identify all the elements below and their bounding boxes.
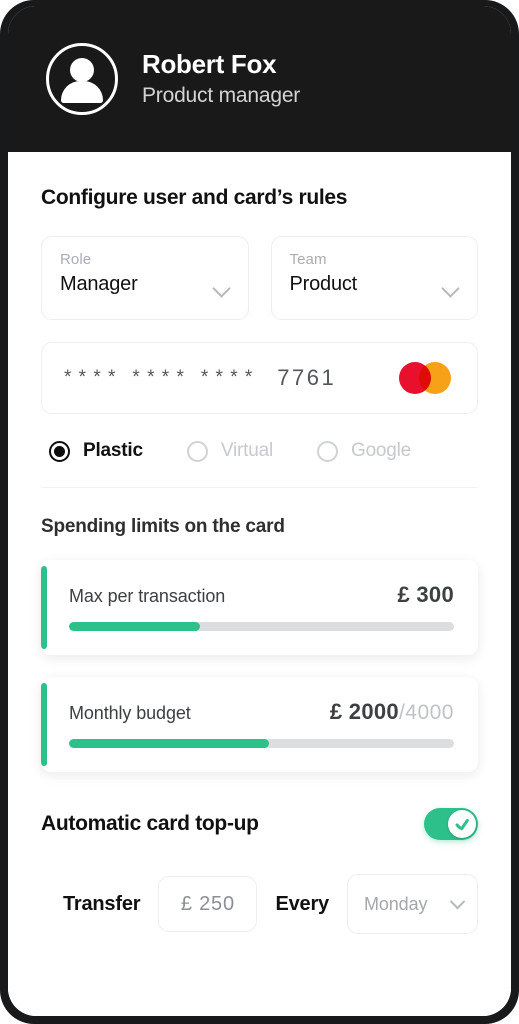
limit-slider-track[interactable] [69, 739, 454, 748]
main-content: Configure user and card’s rules Role Man… [8, 152, 511, 1016]
mastercard-logo [399, 362, 451, 394]
limit-accent-bar [41, 683, 47, 766]
role-select-label: Role [60, 251, 92, 268]
avatar-head-shape [70, 58, 94, 82]
transfer-row: Transfer £ 250 Every Monday [41, 874, 478, 934]
limit-header-row: Monthly budget £ 2000/4000 [69, 699, 454, 725]
radio-google-label: Google [350, 440, 412, 461]
limit-amount: £ 300 [397, 582, 454, 608]
role-select[interactable]: Role Manager [41, 236, 249, 320]
team-select-value: Product [289, 273, 358, 295]
chevron-down-icon [449, 893, 466, 909]
app-screen: Robert Fox Product manager Configure use… [8, 6, 511, 1016]
limit-slider-fill [69, 622, 200, 631]
section-divider [41, 487, 478, 488]
card-digits-group-1: * * * * [64, 367, 117, 388]
auto-topup-row: Automatic card top-up [41, 808, 478, 840]
limit-slider-track[interactable] [69, 622, 454, 631]
mastercard-amber-circle [419, 362, 451, 394]
select-row: Role Manager Team Product [41, 236, 478, 320]
transfer-day-value: Monday [363, 893, 428, 914]
limit-card-monthly-budget[interactable]: Monthly budget £ 2000/4000 [41, 677, 478, 772]
every-label: Every [275, 892, 329, 915]
limit-card-max-per-transaction[interactable]: Max per transaction £ 300 [41, 560, 478, 655]
limit-amount-value: £ 300 [397, 582, 454, 607]
limit-slider-fill [69, 739, 270, 748]
transfer-day-select[interactable]: Monday [346, 874, 478, 934]
auto-topup-title: Automatic card top-up [41, 812, 259, 835]
check-icon [448, 810, 476, 838]
card-type-radio-group: Plastic Virtual Google [41, 440, 478, 462]
limit-amount: £ 2000/4000 [330, 699, 454, 725]
limit-amount-max: /4000 [398, 701, 454, 724]
card-digits-group-3: * * * * [200, 367, 254, 388]
radio-virtual-label: Virtual [220, 440, 273, 461]
card-digits-group-2: * * * * [132, 367, 185, 388]
user-role: Product manager [142, 83, 301, 107]
user-name: Robert Fox [142, 49, 277, 80]
user-avatar-icon [46, 43, 118, 115]
team-select-label: Team [289, 251, 327, 268]
card-last-four: 7761 [277, 365, 337, 390]
card-number-value: * * * * * * * * * * * * 7761 [64, 365, 336, 391]
limit-accent-bar [41, 566, 47, 649]
radio-plastic-label: Plastic [83, 440, 143, 461]
radio-icon [316, 440, 338, 462]
phone-frame: Robert Fox Product manager Configure use… [0, 0, 519, 1024]
limit-caption: Max per transaction [69, 586, 226, 606]
card-number-field[interactable]: * * * * * * * * * * * * 7761 [41, 342, 478, 414]
limit-header-row: Max per transaction £ 300 [69, 582, 454, 608]
radio-icon [49, 440, 70, 462]
profile-header: Robert Fox Product manager [8, 6, 511, 152]
user-identity: Robert Fox Product manager [142, 48, 300, 110]
radio-virtual[interactable]: Virtual [186, 440, 273, 462]
auto-topup-toggle[interactable] [424, 808, 478, 840]
role-select-value: Manager [60, 273, 138, 295]
radio-google[interactable]: Google [316, 440, 412, 462]
transfer-label: Transfer [63, 892, 141, 915]
team-select[interactable]: Team Product [270, 236, 478, 320]
radio-plastic[interactable]: Plastic [49, 440, 143, 462]
spending-limits-title: Spending limits on the card [41, 516, 285, 537]
limit-caption: Monthly budget [69, 703, 191, 723]
page-title: Configure user and card’s rules [41, 186, 348, 209]
radio-icon [186, 440, 208, 462]
avatar-body-shape [61, 81, 103, 103]
limit-amount-value: £ 2000 [329, 699, 399, 724]
transfer-amount-input[interactable]: £ 250 [158, 876, 258, 932]
